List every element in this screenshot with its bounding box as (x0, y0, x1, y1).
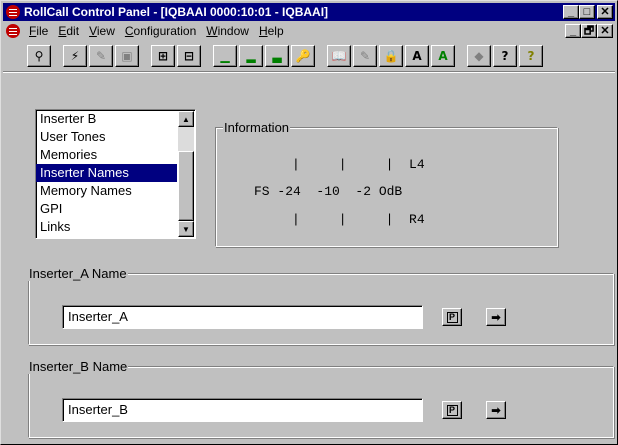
inserter-a-label: Inserter_A Name (28, 266, 128, 281)
maximize-button[interactable]: □ (579, 5, 595, 19)
font-a-green-icon: A (438, 49, 448, 63)
inserter-b-name-input[interactable]: Inserter_B (62, 398, 423, 422)
minimize-button[interactable]: _ (563, 5, 579, 19)
inserter-b-group: Inserter_B Name Inserter_B P ➡ (28, 359, 614, 438)
menu-configuration-accel: C (124, 24, 134, 38)
toolbar: ⚲ ⚡ ✎ ▣ ⊞ ⊟ ▁ ▂ ▃ 🔑 📖 ✎ 🔒 A A ◆ ? ? (3, 41, 615, 71)
level-low-button[interactable]: ▁ (213, 45, 237, 67)
book-icon: 📖 (331, 49, 347, 63)
level-mid-icon: ▂ (246, 49, 256, 63)
key-icon: 🔑 (295, 49, 311, 63)
level-high-icon: ▃ (272, 49, 282, 63)
close-button[interactable]: ✕ (597, 5, 613, 19)
menu-view-rest: iew (96, 24, 115, 38)
help-context-icon: ? (501, 49, 509, 63)
menu-window-rest: indow (217, 24, 249, 38)
menu-window-accel: W (206, 24, 218, 38)
level-high-button[interactable]: ▃ (265, 45, 289, 67)
window-title: RollCall Control Panel - [IQBAAI 0000:10… (24, 5, 329, 19)
list-item[interactable]: GPI (36, 200, 177, 218)
scroll-up-arrow-icon[interactable]: ▲ (178, 111, 194, 127)
eraser-icon: ◆ (474, 49, 484, 63)
help-context-button[interactable]: ? (493, 45, 517, 67)
information-group: Information | | | L4 FS -24 -10 -2 OdB |… (215, 120, 558, 247)
p-icon: P (446, 311, 458, 323)
lightning-button[interactable]: ⚡ (63, 45, 87, 67)
list-item[interactable]: Memories (36, 146, 177, 164)
arrow-right-icon: ➡ (491, 311, 501, 324)
menu-edit[interactable]: Edit (53, 24, 84, 38)
save-button[interactable]: ▣ (115, 45, 139, 67)
network-button[interactable]: ⊞ (151, 45, 175, 67)
menu-help[interactable]: Help (254, 24, 289, 38)
level-mid-button[interactable]: ▂ (239, 45, 263, 67)
menu-configuration[interactable]: Configuration (120, 24, 201, 38)
notes-button[interactable]: ✎ (353, 45, 377, 67)
connect-icon: ⚲ (34, 49, 44, 63)
inserter-a-group: Inserter_A Name Inserter_A P ➡ (28, 266, 614, 345)
lock-icon: 🔒 (383, 49, 399, 63)
menu-file[interactable]: File (24, 24, 53, 38)
arrow-right-icon: ➡ (491, 404, 501, 417)
meter-row-right: | | | R4 (292, 212, 425, 227)
network-icon: ⊞ (157, 49, 169, 63)
book-button[interactable]: 📖 (327, 45, 351, 67)
list-item-selected[interactable]: Inserter Names (36, 164, 177, 182)
menu-bar: File Edit View Configuration Window Help… (3, 22, 615, 40)
inserter-b-preset-button[interactable]: P (442, 401, 462, 419)
list-item[interactable]: Inserter B (36, 110, 177, 128)
menu-window[interactable]: Window (201, 24, 254, 38)
font-a-button[interactable]: A (405, 45, 429, 67)
edit-button[interactable]: ✎ (89, 45, 113, 67)
main-window: RollCall Control Panel - [IQBAAI 0000:10… (0, 0, 618, 445)
inserter-b-apply-button[interactable]: ➡ (486, 401, 506, 419)
title-bar: RollCall Control Panel - [IQBAAI 0000:10… (3, 3, 615, 21)
menu-edit-rest: dit (66, 24, 80, 38)
rollcall-app-icon[interactable] (6, 5, 20, 19)
help-button[interactable]: ? (519, 45, 543, 67)
edit-icon: ✎ (95, 49, 107, 63)
lock-button[interactable]: 🔒 (379, 45, 403, 67)
list-item[interactable]: Memory Names (36, 182, 177, 200)
panel-client-area: Inserter B User Tones Memories Inserter … (3, 87, 615, 443)
doc-minimize-button[interactable]: _ (565, 24, 581, 38)
toolbar-divider (3, 71, 615, 73)
menu-view[interactable]: View (84, 24, 120, 38)
menu-file-rest: ile (36, 24, 49, 38)
save-icon: ▣ (121, 49, 133, 63)
font-a-green-button[interactable]: A (431, 45, 455, 67)
inserter-a-name-input[interactable]: Inserter_A (62, 305, 423, 329)
inserter-b-label: Inserter_B Name (28, 359, 129, 374)
menu-configuration-rest: onfiguration (133, 24, 197, 38)
help-icon: ? (527, 49, 535, 63)
meter-scale: FS -24 -10 -2 OdB (254, 184, 403, 199)
doc-restore-button[interactable]: 🗗 (581, 24, 597, 38)
font-a-icon: A (412, 49, 422, 63)
list-item[interactable]: Links (36, 218, 177, 236)
information-label: Information (223, 120, 291, 135)
scroll-thumb[interactable] (178, 151, 194, 221)
key-button[interactable]: 🔑 (291, 45, 315, 67)
device-button[interactable]: ⊟ (177, 45, 201, 67)
menu-help-accel: H (258, 24, 268, 38)
meter-row-left: | | | L4 (292, 157, 425, 172)
category-listbox[interactable]: Inserter B User Tones Memories Inserter … (35, 109, 196, 239)
document-menu-icon[interactable] (6, 24, 20, 38)
inserter-a-preset-button[interactable]: P (442, 308, 462, 326)
connect-button[interactable]: ⚲ (27, 45, 51, 67)
doc-close-button[interactable]: ✕ (597, 24, 613, 38)
inserter-a-apply-button[interactable]: ➡ (486, 308, 506, 326)
menu-help-rest: elp (267, 24, 284, 38)
menu-view-accel: V (89, 24, 97, 38)
lightning-icon: ⚡ (70, 49, 80, 63)
device-icon: ⊟ (183, 49, 195, 63)
eraser-button[interactable]: ◆ (467, 45, 491, 67)
level-low-icon: ▁ (220, 49, 230, 63)
list-scrollbar[interactable]: ▲ ▼ (178, 111, 194, 237)
scroll-down-arrow-icon[interactable]: ▼ (178, 221, 194, 237)
notes-icon: ✎ (359, 49, 371, 63)
list-item[interactable]: User Tones (36, 128, 177, 146)
p-icon: P (446, 404, 458, 416)
